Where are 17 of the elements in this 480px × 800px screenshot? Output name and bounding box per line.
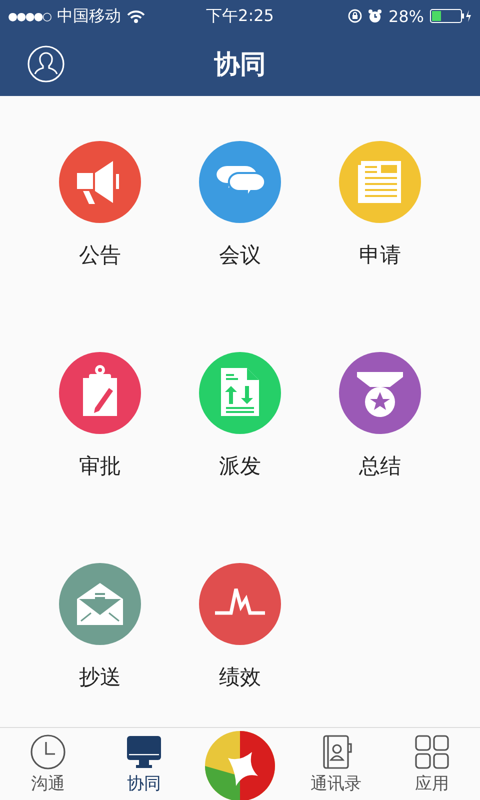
tab-item[interactable]: 沟通 [8, 734, 88, 794]
app-label[interactable]: 绩效 [219, 663, 261, 691]
tab-item[interactable]: 应用 [392, 734, 472, 794]
app-label[interactable]: 会议 [219, 241, 261, 269]
app-label[interactable]: 公告 [79, 241, 121, 269]
app-label[interactable]: 派发 [219, 452, 261, 480]
app-label[interactable]: 总结 [359, 452, 401, 480]
carrier-name: 中国移动 [57, 6, 121, 26]
tab-item[interactable]: 协同 [104, 734, 184, 794]
status-time: 下午2:25 [206, 6, 274, 26]
signal-strength: ●●●●○ [8, 10, 51, 22]
app-label[interactable]: 抄送 [79, 663, 121, 691]
tab-item[interactable]: 通讯录 [296, 734, 376, 794]
battery-percent: 28% [388, 6, 424, 26]
app-label[interactable]: 申请 [359, 241, 401, 269]
page-title: 协同 [214, 48, 266, 82]
app-label[interactable]: 审批 [79, 452, 121, 480]
